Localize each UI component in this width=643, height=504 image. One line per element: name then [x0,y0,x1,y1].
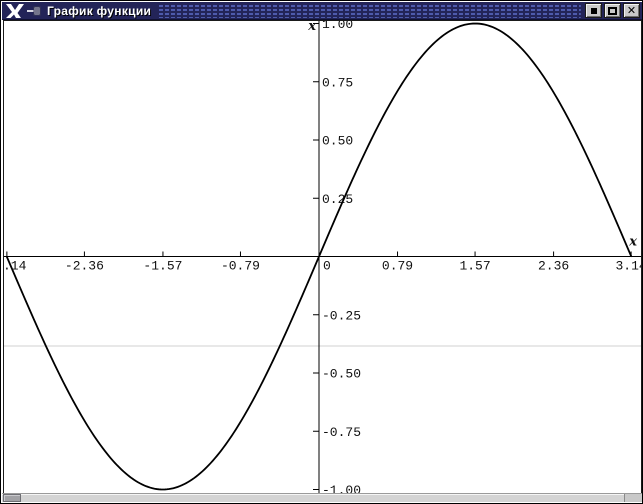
y-tick-label: 0.25 [322,192,353,207]
y-tick-label: -0.25 [322,308,361,323]
x-tick-label: 0 [323,259,331,274]
x-tick-label: -1.57 [143,259,182,274]
minimize-icon [591,8,597,14]
window-controls: ✕ [585,3,640,18]
y-tick-label: -0.50 [322,367,361,382]
chart-svg: -3.14 -2.36 -1.57 -0.79 0 0.79 1.57 2.36 3.14 1.0… [4,21,641,494]
maximize-icon [608,7,617,15]
x-tick-label: 0.79 [382,259,413,274]
scrollbar-end-cap [624,494,643,502]
horizontal-scrollbar[interactable] [2,493,643,502]
y-axis-end-label: x [307,21,316,34]
y-tick-label: 1.00 [322,21,353,32]
x11-logo-icon [5,3,25,19]
app-window: График функции ✕ -3.14 -2.36 -1.57 -0.79 0 0.… [0,0,643,504]
close-icon: ✕ [627,5,636,16]
window-title: График функции [47,4,151,18]
titlebar-pattern [159,4,581,18]
x-tick-label: -3.14 [4,259,27,274]
titlebar[interactable]: График функции ✕ [2,2,643,20]
pushpin-icon[interactable] [26,4,42,18]
y-tick-label: 0.75 [322,75,353,90]
maximize-button[interactable] [604,3,621,18]
y-tick-label: -0.75 [322,425,361,440]
x-tick-label: -0.79 [221,259,260,274]
close-button[interactable]: ✕ [623,3,640,18]
scrollbar-thumb[interactable] [3,494,21,502]
x-tick-label: 2.36 [538,259,569,274]
x-tick-label: 1.57 [459,259,490,274]
minimize-button[interactable] [585,3,602,18]
x-tick-label: 3.14 [616,259,641,274]
y-tick-label: 0.50 [322,134,353,149]
plot-area: -3.14 -2.36 -1.57 -0.79 0 0.79 1.57 2.36 3.14 1.0… [3,20,642,495]
x-tick-label: -2.36 [65,259,104,274]
x-axis-end-label: x [628,235,637,250]
